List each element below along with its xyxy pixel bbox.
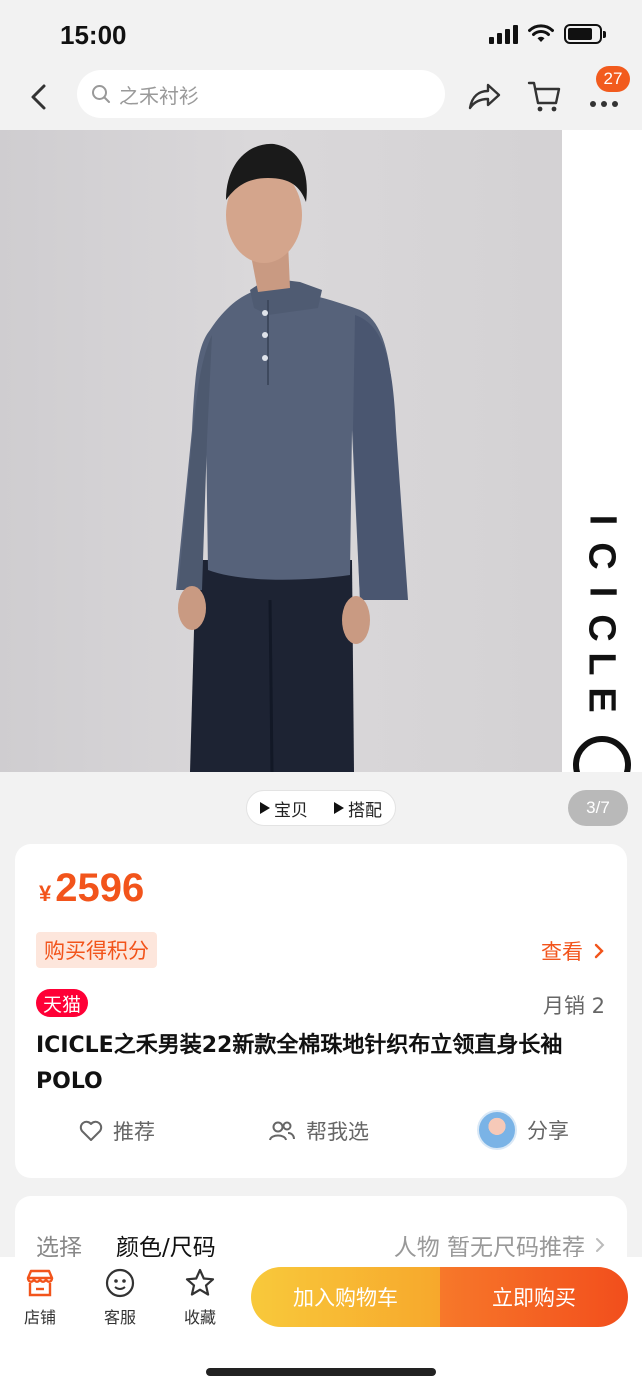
price-value: 2596 <box>55 866 145 910</box>
share-label: 分享 <box>527 1119 569 1143</box>
recommend-label: 推荐 <box>113 1120 155 1144</box>
status-time: 15:00 <box>60 20 127 50</box>
tmall-badge: 天猫 <box>36 989 89 1017</box>
product-actions: 推荐 帮我选 分享 <box>15 1110 627 1156</box>
heart-icon <box>79 1120 103 1141</box>
customer-service-button[interactable]: 客服 <box>90 1267 150 1328</box>
share-button[interactable]: 分享 <box>477 1110 569 1150</box>
brand-letter: L <box>581 652 623 676</box>
status-bar: 15:00 <box>0 0 642 66</box>
avatar <box>477 1110 517 1150</box>
battery-icon <box>564 24 606 44</box>
nav-bar: 之禾衬衫 27 <box>0 66 642 130</box>
help-choose-label: 帮我选 <box>306 1120 369 1144</box>
favorite-button[interactable]: 收藏 <box>170 1267 230 1328</box>
service-label: 客服 <box>103 1308 136 1327</box>
store-button[interactable]: 店铺 <box>10 1267 70 1328</box>
view-label: 查看 <box>541 940 583 964</box>
add-to-cart-button[interactable]: 加入购物车 <box>251 1267 440 1327</box>
view-points-link[interactable]: 查看 <box>541 936 605 966</box>
tab-match[interactable]: 搭配 <box>334 796 382 821</box>
chevron-right-icon <box>596 1238 605 1252</box>
product-info-card: ¥ 2596 购买得积分 查看 天猫 月销 2 ICICLE之禾男装22新款全棉… <box>15 844 627 1178</box>
star-icon <box>185 1268 215 1296</box>
tab-match-label: 搭配 <box>348 800 382 821</box>
search-input[interactable]: 之禾衬衫 <box>77 70 445 118</box>
brand-letter: C <box>580 614 623 642</box>
product-image[interactable]: I C I C L E <box>0 130 642 772</box>
home-indicator <box>206 1368 436 1376</box>
message-badge: 27 <box>596 66 630 92</box>
model-photo <box>176 143 408 772</box>
brand-letter: C <box>580 542 623 570</box>
store-icon <box>26 1269 54 1297</box>
monthly-sales: 月销 2 <box>542 994 605 1018</box>
image-tab-switch: 宝贝 搭配 <box>246 790 396 826</box>
help-choose-button[interactable]: 帮我选 <box>268 1116 369 1146</box>
buy-now-button[interactable]: 立即购买 <box>440 1267 628 1327</box>
store-label: 店铺 <box>23 1308 56 1327</box>
points-tag: 购买得积分 <box>36 932 157 968</box>
service-icon <box>105 1268 135 1298</box>
currency-symbol: ¥ <box>39 881 52 906</box>
tab-item[interactable]: 宝贝 <box>260 796 308 821</box>
brand-letter: I <box>581 586 623 598</box>
brand-wordmark: I C I C L E <box>574 502 630 713</box>
search-placeholder: 之禾衬衫 <box>119 83 199 108</box>
recommend-button[interactable]: 推荐 <box>79 1116 155 1146</box>
people-icon <box>269 1121 295 1141</box>
chevron-right-icon <box>594 943 604 959</box>
price: ¥ 2596 <box>39 866 144 911</box>
share-arrow-icon[interactable] <box>466 78 502 114</box>
tab-item-label: 宝贝 <box>274 800 308 821</box>
cart-icon[interactable] <box>526 78 562 114</box>
product-title: ICICLE之禾男装22新款全棉珠地针织布立领直身长袖POLO <box>36 1033 563 1094</box>
status-icons <box>489 24 606 44</box>
signal-icon <box>489 24 518 44</box>
wifi-icon <box>528 24 554 42</box>
brand-letter: E <box>580 687 623 713</box>
play-icon <box>334 802 344 814</box>
back-arrow-icon[interactable] <box>24 80 54 114</box>
brand-letter: I <box>581 514 623 526</box>
favorite-label: 收藏 <box>183 1308 216 1327</box>
play-icon <box>260 802 270 814</box>
search-icon <box>92 85 110 103</box>
image-counter: 3/7 <box>568 790 628 826</box>
